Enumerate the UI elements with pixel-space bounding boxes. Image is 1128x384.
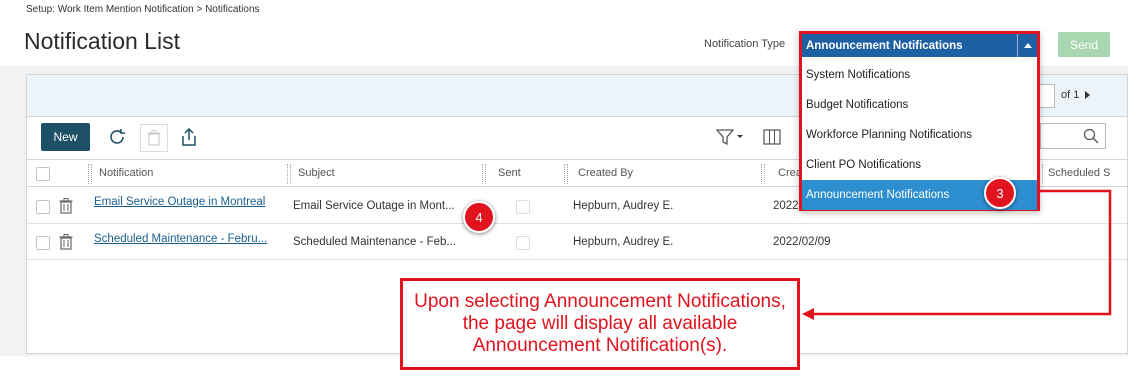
column-resize-handle[interactable]: [482, 164, 486, 184]
dropdown-option-client-po[interactable]: Client PO Notifications: [802, 150, 1037, 180]
notification-link[interactable]: Scheduled Maintenance - Febru...: [94, 233, 267, 245]
column-header-notification[interactable]: Notification: [99, 167, 153, 179]
dropdown-option-workforce[interactable]: Workforce Planning Notifications: [802, 120, 1037, 150]
step-badge-3: 3: [984, 177, 1016, 209]
dropdown-selected-value[interactable]: Announcement Notifications: [802, 34, 1037, 57]
next-page-icon[interactable]: [1085, 91, 1091, 99]
pager-of-total: of 1: [1061, 89, 1091, 101]
column-header-sent[interactable]: Sent: [498, 167, 521, 179]
trash-icon[interactable]: [59, 234, 73, 255]
dropdown-option-budget[interactable]: Budget Notifications: [802, 90, 1037, 120]
subject-cell: Scheduled Maintenance - Feb...: [293, 236, 457, 248]
delete-disabled-icon: [140, 124, 168, 152]
search-icon[interactable]: [1083, 128, 1099, 149]
chevron-up-icon[interactable]: [1017, 34, 1037, 57]
page-title: Notification List: [24, 28, 180, 54]
instruction-callout: Upon selecting Announcement Notification…: [400, 278, 800, 370]
sent-checkbox[interactable]: [516, 236, 530, 250]
column-resize-handle[interactable]: [564, 164, 568, 184]
created-date-cell: 2022/02/09: [773, 236, 831, 248]
column-header-scheduled[interactable]: Scheduled S: [1048, 167, 1110, 179]
row-checkbox[interactable]: [36, 236, 50, 250]
refresh-icon[interactable]: [106, 126, 128, 148]
notification-type-label: Notification Type: [704, 38, 786, 50]
created-by-cell: Hepburn, Audrey E.: [573, 236, 674, 248]
filter-icon[interactable]: [714, 127, 746, 147]
subject-cell: Email Service Outage in Mont...: [293, 200, 455, 212]
notification-link[interactable]: Email Service Outage in Montreal: [94, 196, 265, 208]
send-button[interactable]: Send: [1058, 32, 1110, 57]
breadcrumb: Setup: Work Item Mention Notification > …: [26, 4, 260, 15]
columns-icon[interactable]: [762, 128, 782, 146]
column-resize-handle[interactable]: [88, 164, 92, 184]
export-icon[interactable]: [178, 126, 200, 148]
sent-checkbox[interactable]: [516, 200, 530, 214]
created-by-cell: Hepburn, Audrey E.: [573, 200, 674, 212]
column-resize-handle[interactable]: [287, 164, 291, 184]
table-row[interactable]: Scheduled Maintenance - Febru... Schedul…: [27, 224, 1127, 260]
column-header-subject[interactable]: Subject: [298, 167, 335, 179]
column-header-created-by[interactable]: Created By: [578, 167, 633, 179]
column-resize-handle[interactable]: [761, 164, 765, 184]
row-checkbox[interactable]: [36, 200, 50, 214]
trash-icon[interactable]: [59, 198, 73, 219]
select-all-checkbox[interactable]: [36, 167, 50, 181]
search-input[interactable]: [1040, 123, 1106, 149]
created-date-cell: 2022: [773, 200, 799, 212]
dropdown-option-system[interactable]: System Notifications: [802, 60, 1037, 90]
step-badge-4: 4: [463, 201, 495, 233]
new-button[interactable]: New: [41, 123, 90, 151]
